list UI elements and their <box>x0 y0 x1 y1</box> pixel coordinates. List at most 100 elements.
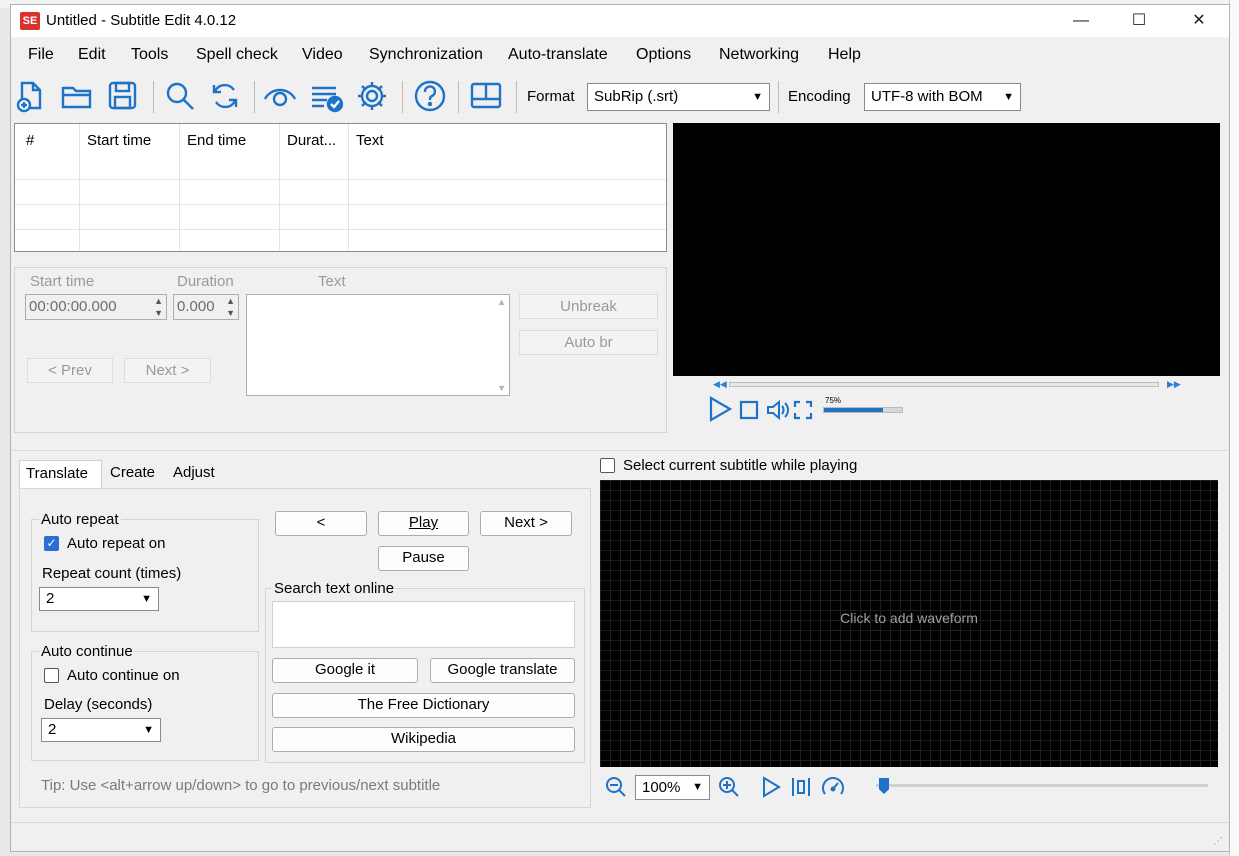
resize-grip-icon[interactable]: ⋰ <box>1213 836 1223 847</box>
subtitle-grid[interactable]: # Start time End time Durat... Text <box>14 123 667 252</box>
menu-synchronization[interactable]: Synchronization <box>369 46 483 64</box>
grid-column-divider <box>79 124 80 250</box>
unbreak-button[interactable]: Unbreak <box>519 294 658 319</box>
column-header-end-time[interactable]: End time <box>187 132 246 149</box>
menu-tools[interactable]: Tools <box>131 46 168 64</box>
repeat-count-select[interactable]: 2 ▼ <box>39 587 159 611</box>
playback-speed-icon[interactable] <box>821 775 845 799</box>
menu-spell-check[interactable]: Spell check <box>196 46 278 64</box>
minimize-button[interactable]: — <box>1051 5 1111 37</box>
search-text-box[interactable] <box>272 601 575 648</box>
column-header-text[interactable]: Text <box>356 132 384 149</box>
video-player[interactable] <box>673 123 1220 376</box>
waveform-position-slider[interactable] <box>876 784 1208 787</box>
toolbar-separator <box>778 81 779 113</box>
duration-label: Duration <box>177 273 234 290</box>
find-icon[interactable] <box>163 79 197 113</box>
status-bar: ⋰ <box>11 822 1229 851</box>
replace-icon[interactable] <box>208 79 242 113</box>
grid-row-divider <box>15 204 666 205</box>
open-icon[interactable] <box>60 79 94 113</box>
waveform-area[interactable]: Click to add waveform <box>600 480 1218 767</box>
play-selection-icon[interactable] <box>790 776 812 798</box>
repeat-count-value: 2 <box>46 590 55 607</box>
wikipedia-button[interactable]: Wikipedia <box>272 727 575 752</box>
encoding-select[interactable]: UTF-8 with BOM ▼ <box>864 83 1021 111</box>
format-select[interactable]: SubRip (.srt) ▼ <box>587 83 770 111</box>
start-time-field[interactable]: 00:00:00.000 ▲ ▼ <box>25 294 167 320</box>
stepper-icon[interactable]: ▲ ▼ <box>226 295 235 319</box>
scroll-down-icon[interactable]: ▼ <box>497 383 506 393</box>
scroll-up-icon[interactable]: ▲ <box>497 297 506 307</box>
menu-options[interactable]: Options <box>636 46 691 64</box>
visual-sync-icon[interactable] <box>263 79 297 113</box>
google-translate-button[interactable]: Google translate <box>430 658 575 683</box>
chevron-down-icon: ▼ <box>692 781 703 793</box>
duration-value: 0.000 <box>177 298 215 315</box>
stepper-icon[interactable]: ▲ ▼ <box>154 295 163 319</box>
previous-subtitle-button[interactable]: < <box>275 511 367 536</box>
maximize-button[interactable]: ☐ <box>1109 5 1169 37</box>
menu-video[interactable]: Video <box>302 46 343 64</box>
stop-icon[interactable] <box>739 400 759 420</box>
next-button[interactable]: Next > <box>124 358 211 383</box>
toolbar-separator <box>254 81 255 113</box>
volume-icon[interactable] <box>766 399 790 421</box>
pause-button[interactable]: Pause <box>378 546 469 571</box>
tab-translate[interactable]: Translate <box>19 460 102 488</box>
toolbar-separator <box>153 81 154 113</box>
zoom-in-icon[interactable] <box>718 776 740 798</box>
spell-check-icon[interactable] <box>309 79 343 113</box>
close-button[interactable]: ✕ <box>1169 5 1229 37</box>
waveform-play-icon[interactable] <box>760 776 782 798</box>
menu-auto-translate[interactable]: Auto-translate <box>508 46 608 64</box>
delay-select[interactable]: 2 ▼ <box>41 718 161 742</box>
next-subtitle-button[interactable]: Next > <box>480 511 572 536</box>
pane-splitter[interactable] <box>11 450 1229 451</box>
slider-thumb[interactable] <box>879 778 889 794</box>
window-title: Untitled - Subtitle Edit 4.0.12 <box>46 12 237 29</box>
prev-button[interactable]: < Prev <box>27 358 113 383</box>
zoom-select[interactable]: 100% ▼ <box>635 775 710 800</box>
column-header-start-time[interactable]: Start time <box>87 132 151 149</box>
tab-adjust[interactable]: Adjust <box>167 460 221 488</box>
auto-repeat-checkbox[interactable]: ✓ <box>44 536 59 551</box>
start-time-label: Start time <box>30 273 95 290</box>
fast-forward-icon[interactable]: ▶▶ <box>1167 379 1181 390</box>
fullscreen-icon[interactable] <box>793 400 813 420</box>
column-header-duration[interactable]: Durat... <box>287 132 336 149</box>
toolbar: Format SubRip (.srt) ▼ Encoding UTF-8 wi… <box>11 75 1229 119</box>
menu-edit[interactable]: Edit <box>78 46 106 64</box>
free-dictionary-button[interactable]: The Free Dictionary <box>272 693 575 718</box>
rewind-icon[interactable]: ◀◀ <box>713 379 727 390</box>
search-text-online-group: Search text online Google it Google tran… <box>265 580 585 763</box>
play-button[interactable]: Play <box>378 511 469 536</box>
save-icon[interactable] <box>106 79 140 113</box>
layout-icon[interactable] <box>469 79 503 113</box>
help-icon[interactable] <box>413 79 447 113</box>
volume-slider[interactable] <box>823 407 903 413</box>
auto-br-button[interactable]: Auto br <box>519 330 658 355</box>
menu-networking[interactable]: Networking <box>719 46 799 64</box>
grid-row-divider <box>15 229 666 230</box>
auto-continue-checkbox[interactable] <box>44 668 59 683</box>
repeat-count-label: Repeat count (times) <box>42 565 182 582</box>
main-window: SE Untitled - Subtitle Edit 4.0.12 — ☐ ✕… <box>10 4 1230 852</box>
duration-field[interactable]: 0.000 ▲ ▼ <box>173 294 239 320</box>
format-label: Format <box>527 88 575 105</box>
menu-file[interactable]: File <box>28 46 54 64</box>
new-icon[interactable] <box>14 79 48 113</box>
video-position-bar[interactable] <box>729 382 1159 387</box>
delay-value: 2 <box>48 721 57 738</box>
settings-icon[interactable] <box>355 79 389 113</box>
chevron-down-icon: ▼ <box>141 593 152 605</box>
waveform-placeholder[interactable]: Click to add waveform <box>600 610 1218 626</box>
tab-create[interactable]: Create <box>104 460 161 488</box>
menu-help[interactable]: Help <box>828 46 861 64</box>
select-current-subtitle-checkbox[interactable] <box>600 458 615 473</box>
subtitle-text-area[interactable]: ▲ ▼ <box>246 294 510 396</box>
column-header-number[interactable]: # <box>26 132 34 149</box>
google-it-button[interactable]: Google it <box>272 658 418 683</box>
zoom-out-icon[interactable] <box>605 776 627 798</box>
play-icon[interactable] <box>706 395 734 423</box>
